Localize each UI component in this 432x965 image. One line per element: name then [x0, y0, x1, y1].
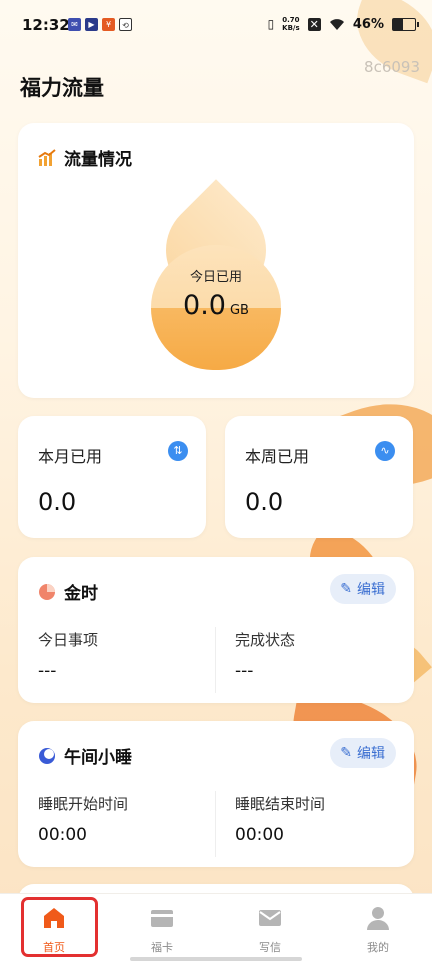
- sleep-start-label: 睡眠开始时间: [38, 795, 129, 813]
- edit-icon: ✎: [340, 745, 352, 761]
- bar-chart-icon: [38, 148, 56, 166]
- battery-percent: 46%: [352, 16, 384, 32]
- nav-label-home: 首页: [43, 941, 65, 954]
- pulse-icon: ∿: [375, 441, 395, 461]
- week-usage-value: 0.0: [245, 488, 284, 516]
- gold-card-title: 金时: [64, 584, 98, 604]
- nap-card-title: 午间小睡: [64, 748, 132, 768]
- gold-edit-label: 编辑: [357, 582, 385, 598]
- column-divider: [215, 627, 216, 693]
- status-right: ▯ 0.70 KB/s ✕ 46%: [267, 16, 419, 32]
- week-usage-card[interactable]: 本周已用 ∿ 0.0: [225, 416, 413, 538]
- nav-label-card: 福卡: [151, 941, 173, 954]
- card-icon: [151, 910, 173, 927]
- home-icon: [44, 908, 64, 928]
- today-used-unit: GB: [229, 303, 249, 318]
- nav-item-mail[interactable]: 写信: [216, 894, 324, 965]
- app-notification-icon: ✉: [68, 18, 81, 31]
- column-divider: [215, 791, 216, 857]
- nav-label-mine: 我的: [367, 941, 389, 954]
- gold-time-card: 金时 ✎ 编辑 今日事项 --- 完成状态 ---: [18, 557, 414, 703]
- completion-status-value: ---: [235, 661, 254, 681]
- speed-unit: KB/s: [282, 24, 300, 32]
- nap-card: 午间小睡 ✎ 编辑 睡眠开始时间 00:00 睡眠结束时间 00:00: [18, 721, 414, 867]
- battery-icon: [392, 17, 419, 31]
- shopping-app-icon: ¥: [102, 18, 115, 31]
- bottom-nav: 首页 福卡 写信 我的: [0, 893, 432, 965]
- sleep-end-label: 睡眠结束时间: [235, 795, 326, 813]
- edit-icon: ✎: [340, 581, 352, 597]
- updown-arrows-icon: ⇅: [168, 441, 188, 461]
- sim-icon: ✕: [307, 17, 321, 31]
- today-task-label: 今日事项: [38, 631, 99, 649]
- month-usage-label: 本月已用: [38, 447, 103, 466]
- speed-value: 0.70: [282, 16, 300, 24]
- today-used-number: 0.0: [183, 290, 226, 321]
- week-usage-label: 本周已用: [245, 447, 310, 466]
- usage-droplet: 今日已用 0.0 GB: [145, 179, 287, 370]
- gold-card-header: 金时: [38, 579, 98, 604]
- nav-item-mine[interactable]: 我的: [324, 894, 432, 965]
- nap-edit-label: 编辑: [357, 746, 385, 762]
- sleep-end-value: 00:00: [235, 825, 284, 845]
- flow-card-title: 流量情况: [64, 150, 132, 170]
- wifi-icon: [329, 18, 344, 30]
- sleep-start-value: 00:00: [38, 825, 87, 845]
- status-bar: 12:32 ✉ ▶ ¥ ⟲ ▯ 0.70 KB/s ✕ 46%: [0, 0, 432, 52]
- completion-status-label: 完成状态: [235, 631, 296, 649]
- network-speed: 0.70 KB/s: [282, 16, 299, 32]
- nav-item-home[interactable]: 首页: [0, 894, 108, 965]
- home-indicator: [130, 957, 302, 961]
- flow-usage-card: 流量情况 今日已用 0.0 GB: [18, 123, 414, 398]
- user-icon: [367, 907, 389, 930]
- page-title: 福力流量: [20, 76, 104, 100]
- moon-icon: [39, 747, 55, 764]
- mail-icon: [259, 910, 281, 926]
- nap-card-header: 午间小睡: [38, 743, 132, 768]
- sync-app-icon: ⟲: [119, 18, 132, 31]
- clock-icon: [39, 583, 55, 600]
- today-used-label: 今日已用: [189, 270, 242, 285]
- nav-label-mail: 写信: [259, 941, 281, 954]
- flow-card-header: 流量情况: [38, 145, 132, 170]
- nav-item-card[interactable]: 福卡: [108, 894, 216, 965]
- device-id: 8c6093: [364, 58, 420, 76]
- vibrate-icon: ▯: [267, 17, 275, 31]
- gold-edit-button[interactable]: ✎ 编辑: [330, 574, 396, 604]
- month-usage-value: 0.0: [38, 488, 77, 516]
- video-app-icon: ▶: [85, 18, 98, 31]
- notification-icons: ✉ ▶ ¥ ⟲: [68, 18, 132, 31]
- status-time: 12:32: [22, 16, 70, 34]
- today-used-value: 0.0 GB: [151, 290, 281, 321]
- month-usage-card[interactable]: 本月已用 ⇅ 0.0: [18, 416, 206, 538]
- nap-edit-button[interactable]: ✎ 编辑: [330, 738, 396, 768]
- today-task-value: ---: [38, 661, 57, 681]
